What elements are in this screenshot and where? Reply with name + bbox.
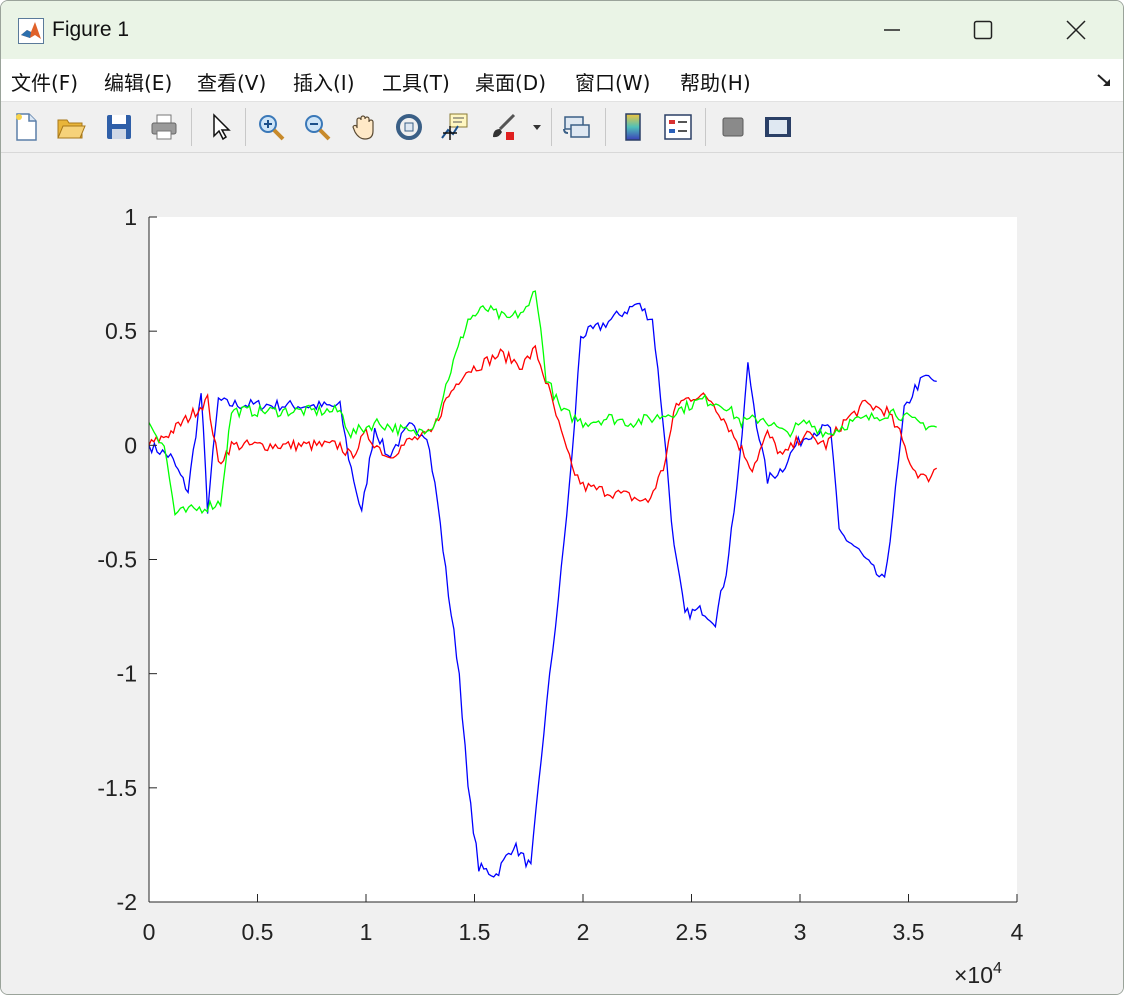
x-exponent-label: ×104 [954, 960, 1002, 988]
link-plot-button[interactable] [559, 108, 595, 146]
x-tick-label: 0 [143, 919, 156, 945]
toolbar-separator [245, 108, 246, 146]
menu-insert[interactable]: 插入(I) [293, 67, 355, 96]
open-file-icon [57, 119, 86, 139]
x-tick-label: 4 [1011, 919, 1024, 945]
hide-plot-tools-button[interactable] [715, 108, 751, 146]
minimize-icon [884, 29, 900, 31]
dock-arrow-icon[interactable] [1095, 71, 1113, 89]
y-tick-label: -1.5 [97, 775, 137, 801]
show-plot-tools-button[interactable] [760, 108, 796, 146]
save-button[interactable] [101, 108, 137, 146]
menu-bar: 文件(F) 编辑(E) 查看(V) 插入(I) 工具(T) 桌面(D) 窗口(W… [1, 59, 1123, 102]
menu-window[interactable]: 窗口(W) [575, 67, 650, 96]
toolbar-separator [605, 108, 606, 146]
open-file-button[interactable] [53, 108, 89, 146]
figure-window: Figure 1 文件(F) 编辑(E) 查看(V) 插入(I) 工具(T) 桌… [0, 0, 1124, 995]
axes-background [149, 217, 1017, 902]
x-tick-label: 1 [360, 919, 373, 945]
print-button[interactable] [146, 108, 182, 146]
brush-icon [493, 113, 516, 140]
rotate-3d-icon [396, 114, 422, 140]
x-tick-label: 2.5 [676, 919, 708, 945]
y-tick-label: -1 [117, 661, 137, 687]
close-icon [1066, 20, 1086, 40]
brush-button[interactable] [485, 108, 521, 146]
brush-dropdown-button[interactable] [529, 108, 545, 146]
maximize-button[interactable] [938, 1, 1028, 59]
x-tick-label: 3 [794, 919, 807, 945]
dropdown-arrow-icon [533, 125, 541, 130]
figure-toolbar [1, 102, 1123, 153]
save-icon [107, 115, 131, 139]
new-figure-icon [16, 113, 37, 141]
hide-plot-tools-icon [722, 117, 744, 137]
close-button[interactable] [1031, 1, 1121, 59]
minimize-button[interactable] [847, 1, 937, 59]
y-tick-label: 0.5 [105, 318, 137, 344]
zoom-in-button[interactable] [253, 108, 289, 146]
link-plot-icon [563, 116, 590, 138]
zoom-in-icon [259, 115, 285, 141]
print-icon [151, 114, 177, 140]
y-tick-label: 1 [124, 204, 137, 230]
legend-icon [664, 114, 692, 140]
x-tick-label: 2 [577, 919, 590, 945]
x-tick-label: 3.5 [893, 919, 925, 945]
line-plot[interactable]: 0 0.5 1 1.5 2 2.5 3 3.5 4 1 0.5 0 -0.5 -1 -1.5 -2 ×104 [1, 153, 1123, 994]
edit-plot-button[interactable] [201, 108, 237, 146]
colorbar-icon [625, 113, 641, 141]
new-figure-button[interactable] [8, 108, 44, 146]
y-tick-label: 0 [124, 432, 137, 458]
edit-plot-icon [213, 113, 231, 141]
data-cursor-icon [441, 113, 468, 140]
toolbar-separator [551, 108, 552, 146]
show-plot-tools-icon [765, 117, 791, 137]
legend-button[interactable] [660, 108, 696, 146]
y-tick-label: -0.5 [97, 547, 137, 573]
colorbar-button[interactable] [615, 108, 651, 146]
pan-button[interactable] [346, 108, 382, 146]
zoom-out-button[interactable] [299, 108, 335, 146]
x-tick-label: 0.5 [242, 919, 274, 945]
zoom-out-icon [305, 115, 331, 141]
pan-icon [352, 115, 374, 140]
rotate-3d-button[interactable] [391, 108, 427, 146]
menu-edit[interactable]: 编辑(E) [104, 67, 172, 96]
toolbar-separator [705, 108, 706, 146]
figure-canvas[interactable]: 0 0.5 1 1.5 2 2.5 3 3.5 4 1 0.5 0 -0.5 -1 -1.5 -2 ×104 [1, 153, 1123, 994]
menu-tools[interactable]: 工具(T) [382, 67, 450, 96]
matlab-logo-icon [18, 18, 44, 44]
menu-desktop[interactable]: 桌面(D) [475, 67, 546, 96]
menu-help[interactable]: 帮助(H) [680, 67, 751, 96]
data-cursor-button[interactable] [437, 108, 473, 146]
toolbar-separator [191, 108, 192, 146]
y-tick-label: -2 [117, 889, 137, 915]
x-tick-label: 1.5 [459, 919, 491, 945]
menu-file[interactable]: 文件(F) [11, 67, 78, 96]
menu-view[interactable]: 查看(V) [197, 67, 266, 96]
title-bar[interactable]: Figure 1 [1, 1, 1123, 59]
window-title: Figure 1 [52, 18, 130, 41]
maximize-icon [973, 20, 993, 40]
